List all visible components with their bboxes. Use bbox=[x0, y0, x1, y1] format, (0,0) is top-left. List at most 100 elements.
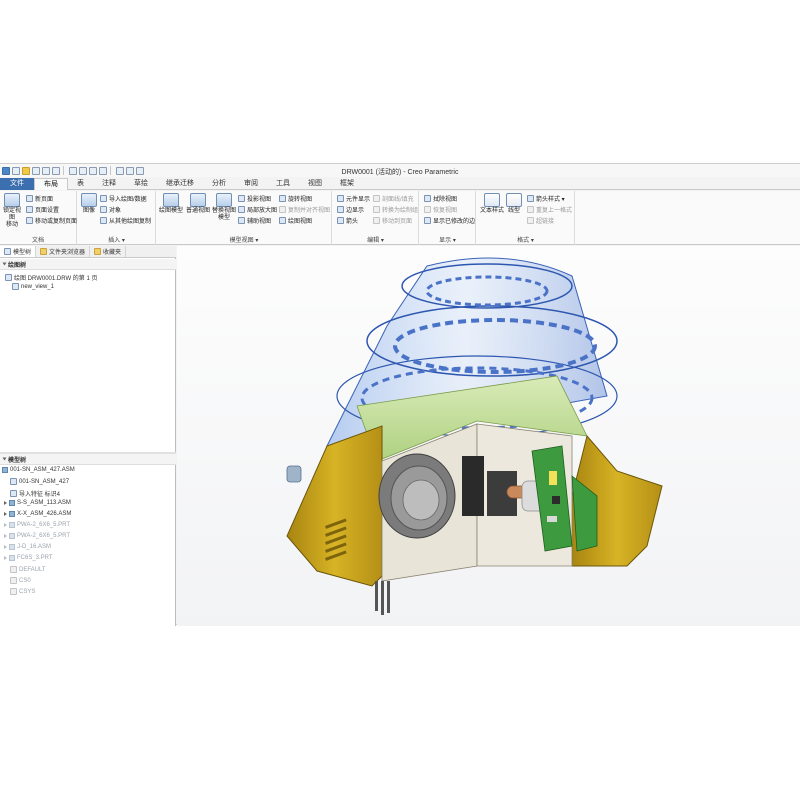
navigator-panel: 模型树 文件夹浏览器 收藏夹 绘图树 绘图 DRW0001.DRW 的第 1 页… bbox=[0, 246, 176, 626]
display-style-icon[interactable] bbox=[116, 166, 124, 175]
cad-model-render bbox=[286, 257, 663, 615]
show-modified-edges-button[interactable]: 显示已修改的边 bbox=[424, 216, 475, 225]
drawing-tree-header[interactable]: 绘图树 bbox=[0, 259, 176, 270]
side-knob bbox=[286, 465, 302, 483]
regenerate-icon[interactable] bbox=[79, 166, 87, 175]
tab-folder-browser[interactable]: 文件夹浏览器 bbox=[36, 246, 91, 257]
model-tree-item[interactable]: 001-SN_ASM_427.ASM bbox=[2, 467, 75, 473]
group-model-views-label: 模型视图 ▾ bbox=[229, 238, 259, 244]
expand-icon bbox=[4, 534, 7, 538]
navigator-tabs: 模型树 文件夹浏览器 收藏夹 bbox=[0, 246, 176, 258]
drawing-view-button[interactable]: 绘图视图 bbox=[279, 216, 312, 225]
round-component bbox=[378, 453, 456, 539]
model-tree-item[interactable]: S-S_ASM_113.ASM bbox=[4, 500, 71, 506]
undo-icon[interactable] bbox=[42, 166, 50, 175]
assembly-icon bbox=[9, 511, 15, 517]
tab-tools[interactable]: 工具 bbox=[267, 178, 299, 190]
select-box-icon[interactable] bbox=[69, 166, 77, 175]
arrow-button[interactable]: 箭头 bbox=[337, 216, 358, 225]
title-bar: DRW0001 (活动的) - Creo Parametric bbox=[0, 164, 800, 177]
arrow-style-dropdown[interactable]: 箭头样式 ▾ bbox=[527, 194, 565, 203]
tab-analysis[interactable]: 分析 bbox=[203, 178, 235, 190]
save-icon[interactable] bbox=[32, 166, 40, 175]
model-tree-item[interactable]: CS0 bbox=[10, 577, 31, 584]
copy-align-view-button[interactable]: 复制并对齐视图 bbox=[279, 205, 330, 214]
hyperlink-button[interactable]: 超链接 bbox=[527, 216, 554, 225]
line-style-button[interactable]: 线型 bbox=[505, 193, 523, 215]
redo-icon[interactable] bbox=[52, 166, 60, 175]
copy-drawing-icon bbox=[100, 217, 107, 224]
lock-view-move-button[interactable]: 锁定视图 移动 bbox=[1, 193, 23, 229]
tab-sketch[interactable]: 草绘 bbox=[125, 178, 157, 190]
image-button[interactable]: 图像 bbox=[80, 193, 98, 215]
drawing-sheet-item[interactable]: 绘图 DRW0001.DRW 的第 1 页 bbox=[5, 273, 97, 282]
copy-from-other-drawing-button[interactable]: 从其他绘图复制 bbox=[100, 216, 151, 225]
open-folder-icon[interactable] bbox=[22, 166, 30, 175]
move-copy-page-button[interactable]: 移动或复制页面 bbox=[26, 216, 77, 225]
group-format: 文本样式 线型 箭头样式 ▾ 重复上一格式 超链接 格式 ▾ bbox=[477, 191, 575, 245]
new-page-button[interactable]: 新页面 bbox=[26, 194, 53, 203]
settings-icon[interactable] bbox=[126, 166, 134, 175]
datum-icon bbox=[10, 577, 17, 584]
general-view-button[interactable]: 普通视图 bbox=[185, 193, 211, 215]
repeat-last-format-button[interactable]: 重复上一格式 bbox=[527, 205, 572, 214]
resume-view-button[interactable]: 恢复视图 bbox=[424, 205, 457, 214]
tab-table[interactable]: 表 bbox=[68, 178, 93, 190]
tab-file[interactable]: 文件 bbox=[0, 178, 34, 190]
model-tree-item[interactable]: J-D_16.ASM bbox=[4, 544, 51, 550]
resume-view-icon bbox=[424, 206, 431, 213]
model-tree-item[interactable]: 001-SN_ASM_427 bbox=[10, 478, 69, 485]
rotated-view-button[interactable]: 旋转视图 bbox=[279, 194, 312, 203]
tab-favorites[interactable]: 收藏夹 bbox=[90, 246, 127, 257]
tab-view[interactable]: 视图 bbox=[299, 178, 331, 190]
copy-align-view-icon bbox=[279, 206, 286, 213]
model-tree-header[interactable]: 模型树 bbox=[0, 454, 176, 465]
model-tree-item[interactable]: DEFAULT bbox=[10, 566, 46, 573]
page-setup-button[interactable]: 页面设置 bbox=[26, 205, 59, 214]
group-insert-label: 插入 ▾ bbox=[108, 238, 125, 244]
expand-icon bbox=[4, 556, 7, 560]
detailed-view-button[interactable]: 局部放大图 bbox=[238, 205, 277, 214]
object-button[interactable]: 对象 bbox=[100, 205, 121, 214]
line-style-icon bbox=[506, 193, 522, 207]
model-tree-item[interactable]: CSYS bbox=[10, 588, 35, 595]
tab-review[interactable]: 审阅 bbox=[235, 178, 267, 190]
auxiliary-view-button[interactable]: 辅助视图 bbox=[238, 216, 271, 225]
drawing-view-icon bbox=[279, 217, 286, 224]
text-style-button[interactable]: 文本样式 bbox=[480, 193, 504, 215]
model-tree-item[interactable]: 导入特征 标识4 bbox=[10, 489, 60, 498]
tab-legacy-migration[interactable]: 继承迁移 bbox=[157, 178, 203, 190]
customize-quick-access-icon[interactable] bbox=[136, 166, 144, 175]
erase-view-button[interactable]: 拭除视图 bbox=[424, 194, 457, 203]
import-drawing-button[interactable]: 导入绘图/数据 bbox=[100, 194, 147, 203]
tab-layout[interactable]: 布局 bbox=[34, 178, 68, 190]
close-window-icon[interactable] bbox=[99, 166, 107, 175]
new-file-icon[interactable] bbox=[12, 166, 20, 175]
model-tree-item[interactable]: X-X_ASM_426.ASM bbox=[4, 511, 71, 517]
drawing-model-button[interactable]: 绘图模型 bbox=[158, 193, 184, 215]
model-tree-item[interactable]: PWA-2_6X6_5.PRT bbox=[4, 533, 70, 539]
drawing-view-item[interactable]: new_view_1 bbox=[12, 283, 54, 290]
convert-to-sketch-group-button[interactable]: 转换为绘制组 bbox=[373, 205, 418, 214]
tab-model-tree[interactable]: 模型树 bbox=[0, 246, 37, 257]
windows-icon[interactable] bbox=[89, 166, 97, 175]
csys-icon bbox=[10, 478, 17, 485]
convert-sketch-icon bbox=[373, 206, 380, 213]
group-insert: 图像 导入绘图/数据 对象 从其他绘图复制 插入 ▾ bbox=[78, 191, 156, 245]
view-icon bbox=[12, 283, 19, 290]
tab-frame[interactable]: 框架 bbox=[331, 178, 363, 190]
projection-view-button[interactable]: 投影视图 bbox=[238, 194, 271, 203]
model-tree-item[interactable]: PWA-2_6X6_5.PRT bbox=[4, 522, 70, 528]
replace-view-model-button[interactable]: 替换视图 模型 bbox=[212, 193, 236, 222]
element-display-button[interactable]: 元件显示 bbox=[337, 194, 370, 203]
arrow-icon bbox=[337, 217, 344, 224]
model-tree-icon bbox=[4, 248, 11, 255]
model-tree-item[interactable]: FC6S_3.PRT bbox=[4, 555, 53, 561]
datum-plane-icon bbox=[10, 566, 17, 573]
graphics-window[interactable] bbox=[177, 246, 800, 626]
drawing-model-icon bbox=[163, 193, 179, 207]
move-to-page-button[interactable]: 移动到页面 bbox=[373, 216, 412, 225]
edge-display-button[interactable]: 边显示 bbox=[337, 205, 364, 214]
tab-annotate[interactable]: 注释 bbox=[93, 178, 125, 190]
hatch-fill-button[interactable]: 剖面线/填充 bbox=[373, 194, 414, 203]
